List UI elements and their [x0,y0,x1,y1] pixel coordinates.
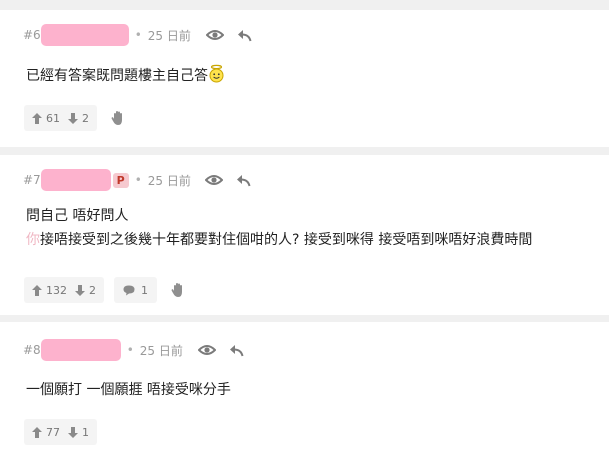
separator-dot: • [134,28,142,42]
post-actions: 77 1 [24,419,97,445]
hand-icon[interactable] [167,277,189,303]
post-content: 已經有答案既問題樓主自己答 [26,64,225,91]
thumbs-up-arrow-icon [32,284,42,296]
reply-count: 1 [141,283,148,297]
hand-icon[interactable] [107,105,129,131]
reply-icon[interactable] [237,29,252,42]
comment-icon [123,285,135,295]
downvote-button[interactable]: 2 [75,284,96,297]
separator-dot: • [134,173,142,187]
post-content: 一個願打 一個願捱 唔接受咪分手 [26,378,231,402]
thumbs-up-arrow-icon [32,112,42,124]
post-6: #6 • 25 日前 已經有答案既問題樓主自己答 61 2 [0,10,609,147]
poster-badge: P [112,172,129,188]
upvote-button[interactable]: 132 [32,284,67,297]
post-actions: 61 2 [24,105,129,131]
downvote-button[interactable]: 2 [68,112,89,125]
upvote-count: 61 [46,111,60,125]
thumbs-down-arrow-icon [68,112,78,124]
separator-dot: • [126,343,134,357]
quote-faded-start: 你 [26,232,40,248]
post-meta: #7 P • 25 日前 [23,169,251,191]
thumbs-up-arrow-icon [32,426,42,438]
downvote-button[interactable]: 1 [68,426,89,439]
redacted-username[interactable] [40,339,121,361]
quoted-text: 你接唔接受到之後幾十年都要對住個咁的人? 接受到咪得 接受唔到咪唔好浪費時間 [26,228,532,252]
eye-icon[interactable] [205,29,224,41]
post-text: 一個願打 一個願捱 唔接受咪分手 [26,382,231,398]
post-actions: 132 2 1 [24,277,189,303]
redacted-username[interactable] [40,24,129,46]
downvote-count: 1 [82,425,89,439]
post-7: #7 P • 25 日前 問自己 唔好問人 你接唔接受到之後幾十年都要對住個咁的… [0,155,609,315]
upvote-button[interactable]: 61 [32,112,60,125]
post-number[interactable]: #7 [23,173,41,187]
upvote-button[interactable]: 77 [32,426,60,439]
downvote-count: 2 [89,283,96,297]
thumbs-down-arrow-icon [75,284,85,296]
eye-icon[interactable] [197,344,216,356]
thumbs-down-arrow-icon [68,426,78,438]
post-number[interactable]: #8 [23,343,41,357]
reply-icon[interactable] [229,344,244,357]
post-8: #8 • 25 日前 一個願打 一個願捱 唔接受咪分手 77 1 [0,322,609,452]
vote-box: 77 1 [24,419,97,445]
replies-button[interactable]: 1 [114,277,157,303]
angel-emoji-icon [208,64,225,91]
post-meta: #8 • 25 日前 [23,339,244,361]
eye-icon[interactable] [204,174,223,186]
quote-text: 接唔接受到之後幾十年都要對住個咁的人? 接受到咪得 接受唔到咪唔好浪費時間 [40,232,533,248]
post-time: 25 日前 [147,28,191,43]
reply-icon[interactable] [236,174,251,187]
redacted-username[interactable] [40,169,111,191]
post-number[interactable]: #6 [23,28,41,42]
post-text: 已經有答案既問題樓主自己答 [26,68,208,84]
downvote-count: 2 [82,111,89,125]
post-meta: #6 • 25 日前 [23,24,252,46]
vote-box: 132 2 [24,277,104,303]
upvote-count: 132 [46,283,67,297]
upvote-count: 77 [46,425,60,439]
vote-box: 61 2 [24,105,97,131]
post-content: 問自己 唔好問人 你接唔接受到之後幾十年都要對住個咁的人? 接受到咪得 接受唔到… [26,204,532,252]
post-time: 25 日前 [147,173,191,188]
post-text: 問自己 唔好問人 [26,208,129,224]
post-time: 25 日前 [139,343,183,358]
